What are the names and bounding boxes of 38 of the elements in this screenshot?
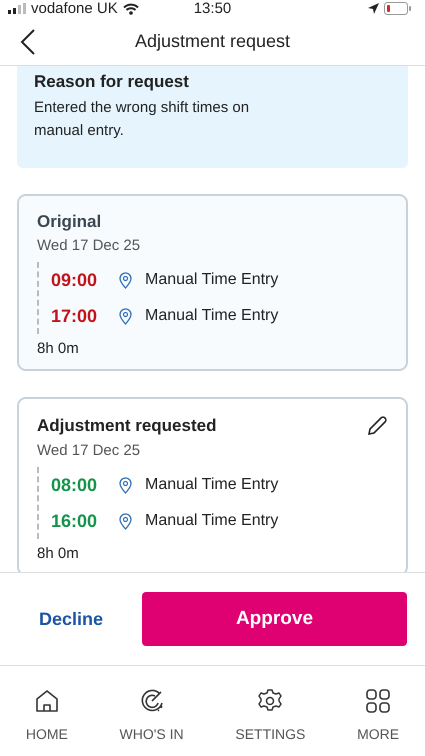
target-icon bbox=[138, 688, 165, 714]
battery-icon bbox=[384, 2, 411, 15]
clock-time: 17:00 bbox=[51, 306, 98, 326]
tab-settings[interactable]: SETTINGS bbox=[235, 688, 306, 742]
shift-date: Wed 17 Dec 25 bbox=[37, 442, 142, 459]
location-arrow-icon bbox=[368, 3, 379, 14]
wifi-icon bbox=[122, 2, 139, 14]
shift-duration: 8h 0m bbox=[37, 340, 80, 357]
card-title: Adjustment requested bbox=[37, 416, 216, 436]
screen-title: Adjustment request bbox=[134, 30, 290, 52]
location-pin-icon bbox=[119, 272, 132, 288]
entry-source: Manual Time Entry bbox=[145, 476, 278, 494]
entry-source: Manual Time Entry bbox=[145, 512, 278, 530]
edit-button[interactable] bbox=[366, 415, 388, 437]
card-title: Original bbox=[37, 212, 102, 232]
decline-button[interactable]: Decline bbox=[0, 608, 142, 630]
clock-time: 16:00 bbox=[51, 510, 98, 532]
shift-date: Wed 17 Dec 25 bbox=[37, 237, 142, 254]
tab-whos-in[interactable]: WHO'S IN bbox=[120, 688, 184, 742]
entry-source: Manual Time Entry bbox=[145, 307, 278, 325]
entry-source: Manual Time Entry bbox=[145, 271, 278, 289]
settings-icon bbox=[257, 688, 284, 714]
carrier-name: vodafone UK bbox=[31, 0, 118, 17]
reason-text: Entered the wrong shift times on manual entry. bbox=[34, 98, 250, 141]
status-time: 13:50 bbox=[194, 0, 232, 17]
location-pin-icon bbox=[119, 476, 132, 494]
clock-time: 09:00 bbox=[51, 270, 98, 290]
tab-home[interactable]: HOME bbox=[26, 688, 68, 742]
shift-duration: 8h 0m bbox=[37, 545, 80, 562]
signal-icon bbox=[8, 3, 26, 14]
home-icon bbox=[34, 688, 60, 714]
tab-more[interactable]: MORE bbox=[357, 688, 400, 742]
location-pin-icon bbox=[119, 308, 132, 324]
location-pin-icon bbox=[119, 512, 132, 530]
grid-icon bbox=[365, 688, 392, 714]
reason-title: Reason for request bbox=[34, 72, 190, 92]
clock-time: 08:00 bbox=[51, 474, 98, 496]
approve-button[interactable]: Approve bbox=[142, 592, 407, 646]
